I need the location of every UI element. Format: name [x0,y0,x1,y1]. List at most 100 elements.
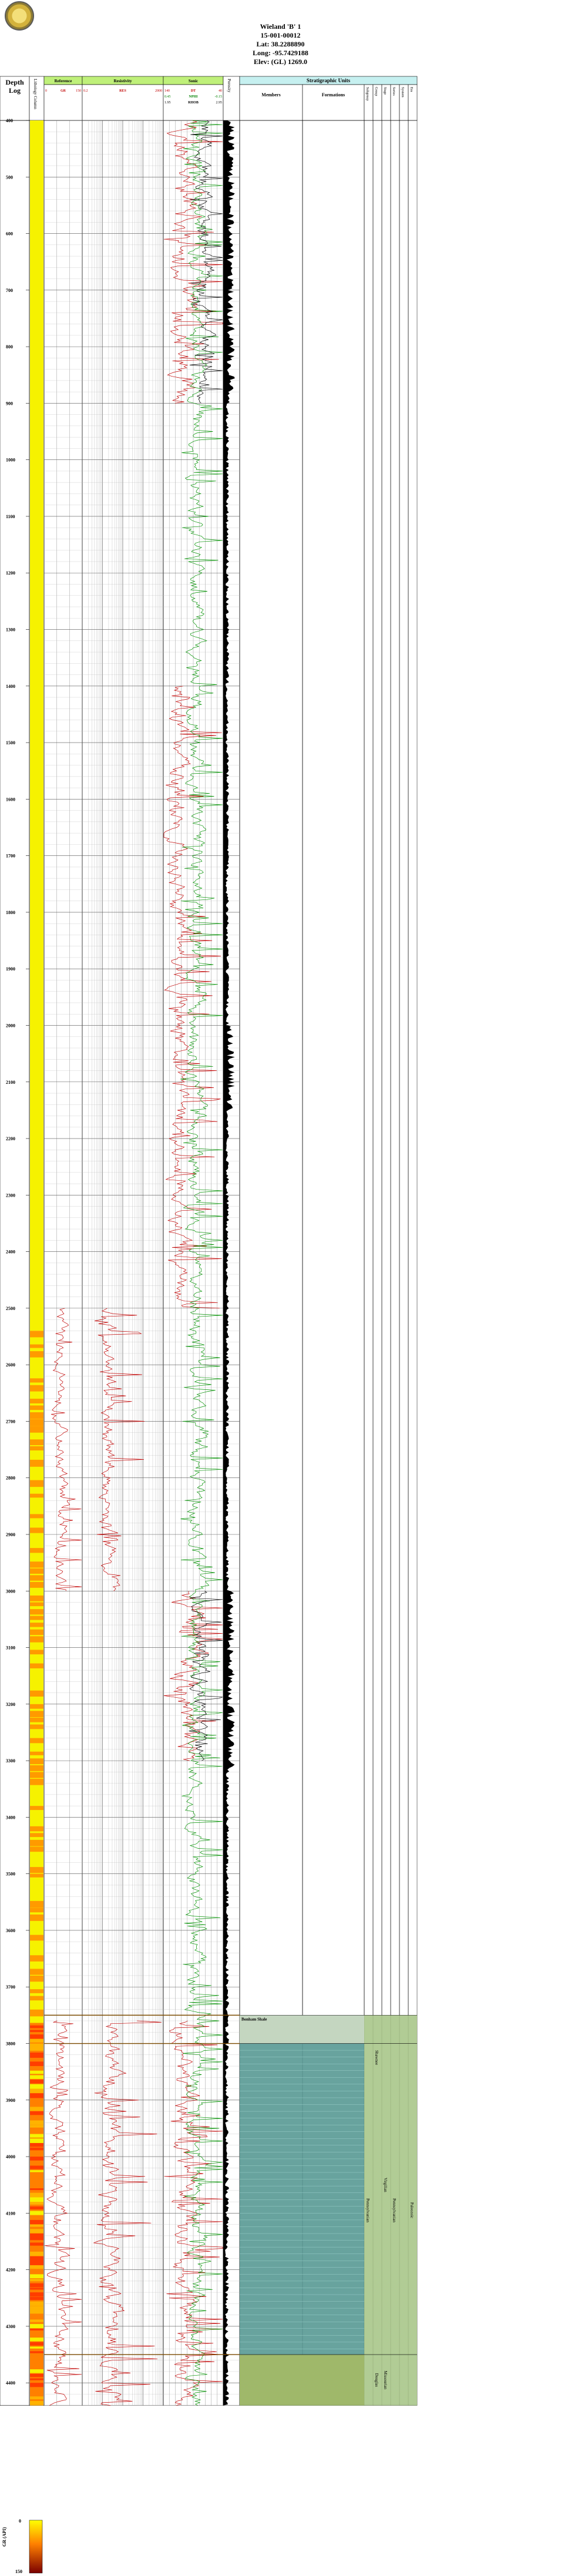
lithology-stripe [30,2274,43,2279]
depth-tick-label: 4000 [6,2154,15,2159]
lithology-stripe [30,1975,43,1982]
lithology-stripe [30,2401,43,2406]
lithology-stripe [30,1772,43,1778]
depth-tick-label: 3600 [6,1928,15,1933]
depth-tick-label: 1800 [6,910,15,915]
lithology-stripe [30,2052,43,2058]
lithology-stripe [30,2170,43,2172]
lithology-stripe [30,1439,43,1446]
lithology-stripe [30,2188,43,2191]
lithology-stripe [30,2261,43,2266]
lithology-stripe [30,2369,43,2373]
resistivity-header-title: Resistivity [113,79,132,83]
lithology-stripe [30,2157,43,2161]
lithology-stripe [30,1806,43,1811]
well-log-chart: DepthLog Lithology Column Reference Resisti… [0,76,418,2574]
strat-fill-douglas [240,2355,364,2406]
lithology-stripe [30,2025,43,2028]
lithology-stripe [30,1419,43,1426]
lithology-stripe [30,2206,43,2209]
lithology-stripe [30,2301,43,2306]
res-curve-name: RES [119,89,126,93]
lithology-stripe [30,2292,43,2297]
lithology-stripe [30,2111,43,2115]
lithology-stripe [30,1561,43,1568]
lithology-stripe [30,1833,43,1838]
depth-tick-label: 3800 [6,2041,15,2047]
lithology-stripe [30,1426,43,1433]
depth-tick-label: 500 [6,174,13,180]
depth-tick-label: 3500 [6,1872,15,1877]
strat-unit-label: Pennsylvanian [392,2198,397,2222]
lithology-stripe [30,1650,43,1655]
depth-tick-label: 2800 [6,1476,15,1481]
lithology-stripe [30,1996,43,2001]
gr-curve-name: GR [61,89,66,93]
depth-tick-label: 2100 [6,1080,15,1085]
sonic-header-title: Sonic [189,79,198,83]
lithology-stripe [30,2224,43,2227]
lithology-stripe [30,2234,43,2239]
lithology-stripe [30,1331,43,1338]
depth-header-title: Depth [5,78,24,86]
dt-curve-name: DT [191,89,196,93]
depth-tick-label: 1100 [6,514,15,519]
lithology-stripe [30,2373,43,2377]
lithology-stripe [30,1867,43,1873]
strat-col-header-title: Series [392,87,395,96]
lithology-stripe [30,1548,43,1553]
legend-title: GR (API) [2,2527,7,2547]
lithology-stripe [30,2256,43,2262]
formations-header-box [302,84,365,121]
lithology-stripe [30,2283,43,2288]
lithology-header-title: Lithology Column [33,79,38,109]
rhob-scale-right: 2.95 [216,101,223,105]
lithology-stripe [30,2279,43,2282]
lithology-stripe [30,2009,43,2017]
lithology-stripe [30,1765,43,1771]
strat-unit-label: Pennsylvanian [365,2198,370,2222]
lithology-stripe [30,2107,43,2111]
lithology-stripe [30,1459,43,1467]
lithology-stripe [30,1446,43,1450]
lithology-stripe [30,2242,43,2246]
strat-col-header-title: Era [409,87,413,92]
depth-tick-label: 2700 [6,1419,15,1424]
lithology-stripe [30,2383,43,2387]
depth-tick-label: 3200 [6,1702,15,1707]
dt-scale-right: 40 [219,89,222,93]
depth-tick-label: 3700 [6,1984,15,1990]
lithology-stripe [30,2093,43,2098]
depth-tick-label: 1400 [6,684,15,689]
lithology-stripe [30,1724,43,1729]
lithology-stripe [30,2306,43,2311]
nphi-curve-name: NPHI [189,95,199,99]
strat-col-header-title: Subgroup [365,87,369,100]
depth-tick-label: 2300 [6,1193,15,1198]
lithology-stripe [30,1846,43,1852]
depth-tick-label: 700 [6,288,13,293]
lithology-stripe [30,2378,43,2380]
depth-tick-label: 4100 [6,2211,15,2216]
lithology-stripe [30,1636,43,1643]
lithology-stripe [30,1623,43,1627]
lithology-stripe [30,1839,43,1846]
strat-unit-label: Virgilian [383,2178,388,2192]
strat-fill-teal [240,2015,364,2406]
lithology-stripe [30,1704,43,1709]
lithology-stripe [30,1826,43,1832]
lithology-stripe [30,2238,43,2241]
gr-scale-left: 0 [45,89,47,93]
lithology-stripe [30,1690,43,1697]
lithology-stripe [30,1955,43,1962]
legend-min-label: 0 [19,2518,21,2524]
lithology-stripe [30,2265,43,2269]
lithology-stripe [30,2202,43,2205]
legend-max-label: 150 [15,2569,22,2574]
lithology-stripe [30,2021,43,2023]
lithology-stripe [30,2229,43,2234]
lithology-stripe [30,1405,43,1410]
log-header-title: Log [9,86,21,95]
depth-tick-label: 3300 [6,1758,15,1764]
lithology-band [30,120,43,1331]
